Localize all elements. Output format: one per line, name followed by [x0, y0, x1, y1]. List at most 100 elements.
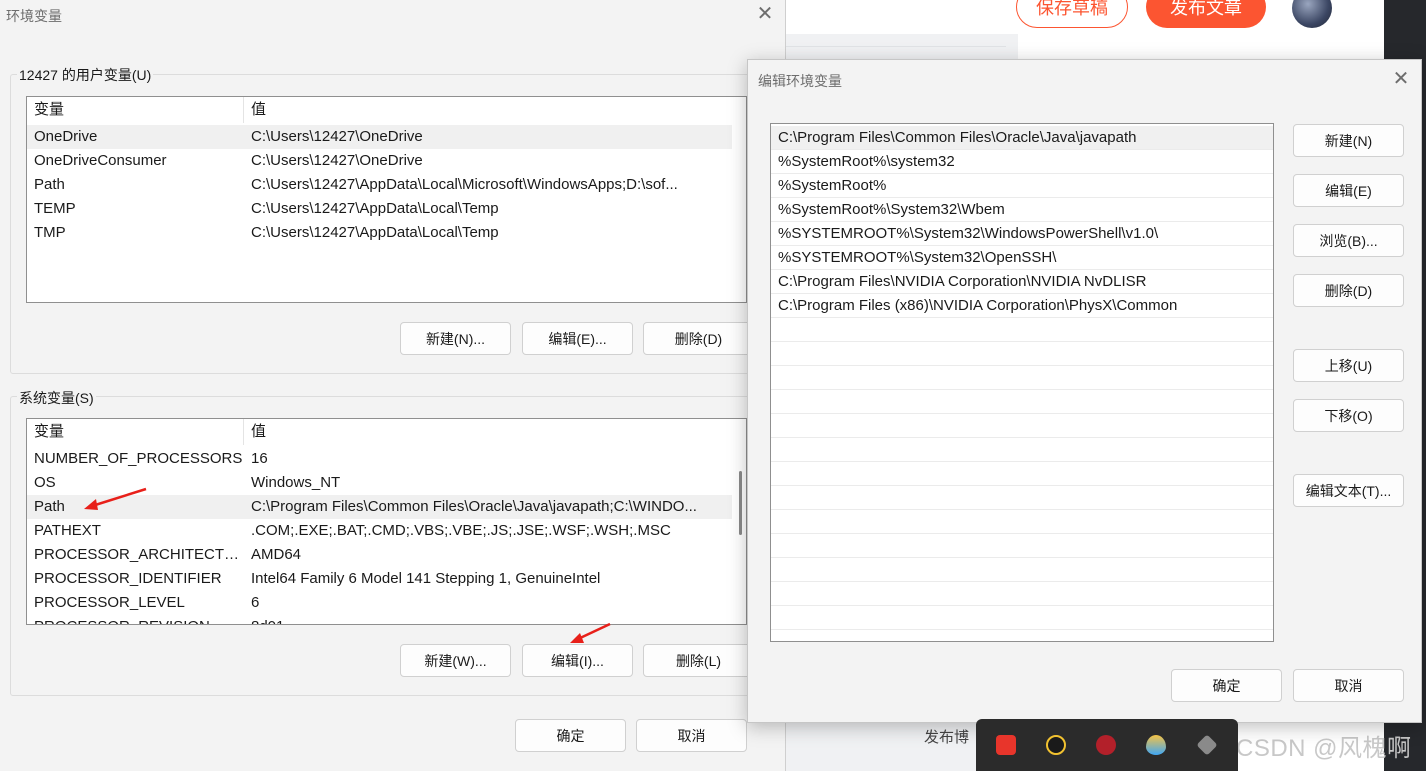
column-header-value[interactable]: 值 [244, 419, 746, 445]
variable-value: AMD64 [251, 546, 302, 563]
table-row[interactable]: PROCESSOR_LEVEL 6 [27, 591, 732, 615]
dialog-title: 环境变量 [6, 8, 62, 24]
system-variables-list[interactable]: 变量 值 NUMBER_OF_PROCESSORS 16 OS Windows_… [26, 418, 747, 625]
variable-name: OneDriveConsumer [34, 152, 167, 169]
variable-name: PATHEXT [34, 522, 101, 539]
variable-name: NUMBER_OF_PROCESSORS [34, 450, 243, 467]
variable-value: C:\Users\12427\AppData\Local\Microsoft\W… [251, 176, 678, 193]
edit-cancel-button[interactable]: 取消 [1293, 669, 1404, 702]
system-delete-button[interactable]: 删除(L) [643, 644, 754, 677]
user-new-button[interactable]: 新建(N)... [400, 322, 511, 355]
variable-value: 6 [251, 594, 260, 611]
move-down-button[interactable]: 下移(O) [1293, 399, 1404, 432]
table-row[interactable]: TMP C:\Users\12427\AppData\Local\Temp [27, 221, 732, 245]
path-delete-button[interactable]: 删除(D) [1293, 274, 1404, 307]
app-red-icon[interactable] [1096, 735, 1116, 755]
wps-icon[interactable] [996, 735, 1016, 755]
variable-name: TEMP [34, 200, 76, 217]
empty-row[interactable] [771, 534, 1273, 558]
edit-text-button[interactable]: 编辑文本(T)... [1293, 474, 1404, 507]
variable-value: Intel64 Family 6 Model 141 Stepping 1, G… [251, 570, 601, 587]
variable-value: C:\Users\12427\OneDrive [251, 152, 423, 169]
edit-ok-button[interactable]: 确定 [1171, 669, 1282, 702]
path-entry[interactable]: %SYSTEMROOT%\System32\OpenSSH\ [771, 246, 1273, 270]
empty-row[interactable] [771, 582, 1273, 606]
taskbar-tray-popup [976, 719, 1238, 771]
variable-name: TMP [34, 224, 66, 241]
path-entry[interactable]: C:\Program Files\NVIDIA Corporation\NVID… [771, 270, 1273, 294]
path-browse-button[interactable]: 浏览(B)... [1293, 224, 1404, 257]
browser-toolbar: 保存草稿 发布文章 [786, 0, 1426, 34]
empty-row[interactable] [771, 606, 1273, 630]
cancel-button[interactable]: 取消 [636, 719, 747, 752]
empty-row[interactable] [771, 366, 1273, 390]
user-variables-list[interactable]: 变量 值 OneDrive C:\Users\12427\OneDrive On… [26, 96, 747, 303]
variable-name: Path [34, 176, 65, 193]
column-header-value[interactable]: 值 [244, 97, 746, 123]
empty-row[interactable] [771, 318, 1273, 342]
system-new-button[interactable]: 新建(W)... [400, 644, 511, 677]
system-edit-button[interactable]: 编辑(I)... [522, 644, 633, 677]
table-row[interactable]: PROCESSOR_IDENTIFIER Intel64 Family 6 Mo… [27, 567, 732, 591]
close-icon[interactable]: ✕ [1390, 68, 1412, 90]
table-row[interactable]: PROCESSOR_ARCHITECTURE AMD64 [27, 543, 732, 567]
table-row[interactable]: PROCESSOR_REVISION 8d01 [27, 615, 732, 624]
variable-name: OneDrive [34, 128, 98, 145]
watermark: CSDN @风槐啊 [1236, 735, 1412, 762]
empty-row[interactable] [771, 558, 1273, 582]
path-entry[interactable]: C:\Program Files\Common Files\Oracle\Jav… [771, 126, 1273, 150]
close-icon[interactable]: ✕ [754, 3, 776, 25]
system-list-scrollbar[interactable] [732, 419, 746, 624]
table-row[interactable]: OS Windows_NT [27, 471, 732, 495]
empty-row[interactable] [771, 438, 1273, 462]
scrollbar-thumb[interactable] [739, 471, 742, 535]
drop-icon[interactable] [1146, 735, 1166, 755]
variable-value: 8d01 [244, 615, 732, 624]
path-entry[interactable]: %SystemRoot%\system32 [771, 150, 1273, 174]
empty-row[interactable] [771, 486, 1273, 510]
publish-article-button[interactable]: 发布文章 [1146, 0, 1266, 28]
user-edit-button[interactable]: 编辑(E)... [522, 322, 633, 355]
table-row[interactable]: Path C:\Users\12427\AppData\Local\Micros… [27, 173, 732, 197]
system-variables-label: 系统变量(S) [17, 388, 96, 408]
table-row[interactable]: PATHEXT .COM;.EXE;.BAT;.CMD;.VBS;.VBE;.J… [27, 519, 732, 543]
path-entry[interactable]: %SystemRoot%\System32\Wbem [771, 198, 1273, 222]
table-row[interactable]: OneDrive C:\Users\12427\OneDrive [27, 125, 732, 149]
path-entry[interactable]: C:\Program Files (x86)\NVIDIA Corporatio… [771, 294, 1273, 318]
user-variables-label: 12427 的用户变量(U) [17, 65, 154, 85]
ok-button[interactable]: 确定 [515, 719, 626, 752]
table-row[interactable]: OneDriveConsumer C:\Users\12427\OneDrive [27, 149, 732, 173]
empty-row[interactable] [771, 462, 1273, 486]
move-up-button[interactable]: 上移(U) [1293, 349, 1404, 382]
path-new-button[interactable]: 新建(N) [1293, 124, 1404, 157]
env-variables-dialog: 环境变量 ✕ 12427 的用户变量(U) 变量 值 OneDrive C:\U… [0, 0, 786, 771]
column-header-variable[interactable]: 变量 [27, 419, 244, 445]
variable-name: Path [34, 498, 65, 515]
variable-name: PROCESSOR_ARCHITECTURE [34, 546, 244, 563]
avatar[interactable] [1292, 0, 1332, 28]
empty-row[interactable] [771, 414, 1273, 438]
publish-blog-label: 发布博 [924, 729, 970, 746]
list-header: 变量 值 [27, 97, 746, 123]
column-header-variable[interactable]: 变量 [27, 97, 244, 123]
empty-row[interactable] [771, 342, 1273, 366]
variable-name: OS [34, 474, 56, 491]
variable-value: C:\Users\12427\AppData\Local\Temp [251, 200, 499, 217]
empty-row[interactable] [771, 510, 1273, 534]
variable-name: PROCESSOR_REVISION [27, 615, 244, 624]
empty-row[interactable] [771, 390, 1273, 414]
user-delete-button[interactable]: 删除(D) [643, 322, 754, 355]
path-edit-button[interactable]: 编辑(E) [1293, 174, 1404, 207]
table-row[interactable]: NUMBER_OF_PROCESSORS 16 [27, 447, 732, 471]
variable-value: C:\Program Files\Common Files\Oracle\Jav… [251, 498, 697, 515]
table-row[interactable]: Path C:\Program Files\Common Files\Oracl… [27, 495, 732, 519]
path-entries-list[interactable]: C:\Program Files\Common Files\Oracle\Jav… [770, 123, 1274, 642]
qq-icon[interactable] [1046, 735, 1066, 755]
path-entry[interactable]: %SYSTEMROOT%\System32\WindowsPowerShell\… [771, 222, 1273, 246]
variable-name: PROCESSOR_LEVEL [34, 594, 185, 611]
diamond-icon[interactable] [1196, 734, 1218, 756]
save-draft-button[interactable]: 保存草稿 [1016, 0, 1128, 28]
list-header: 变量 值 [27, 419, 746, 445]
table-row[interactable]: TEMP C:\Users\12427\AppData\Local\Temp [27, 197, 732, 221]
path-entry[interactable]: %SystemRoot% [771, 174, 1273, 198]
